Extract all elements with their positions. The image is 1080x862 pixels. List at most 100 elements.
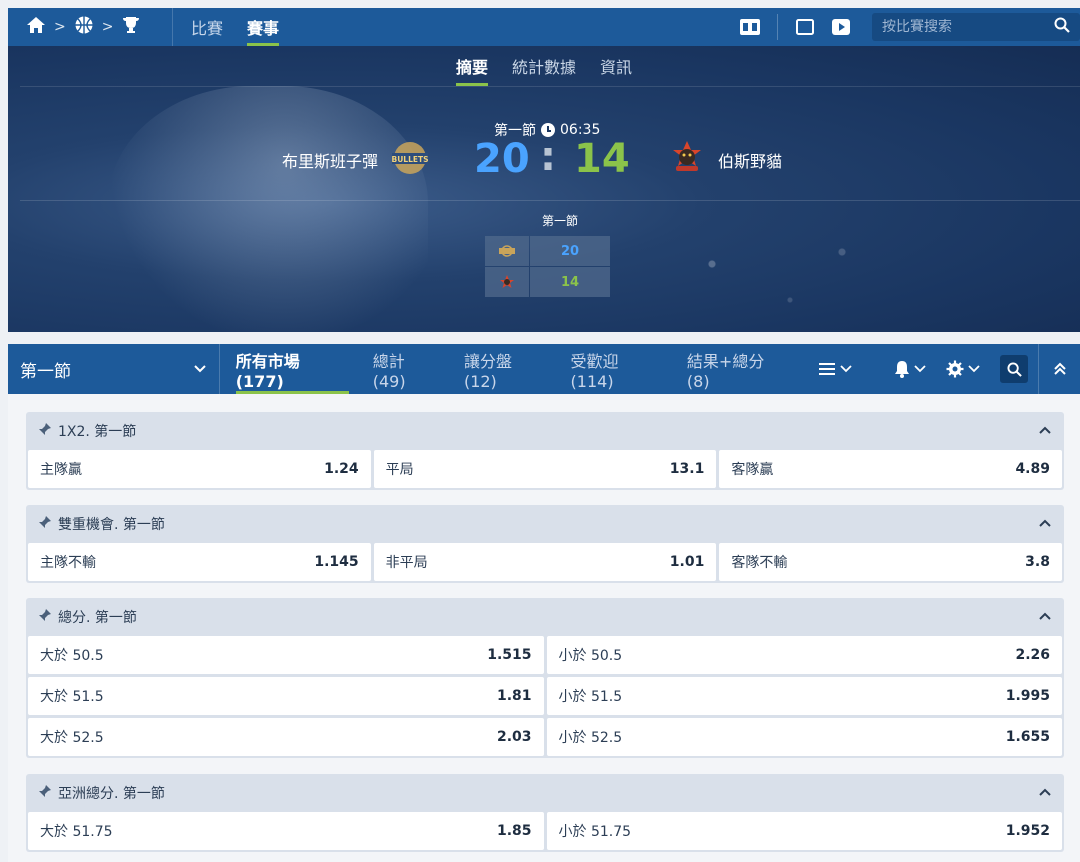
market-header[interactable]: 總分. 第一節 bbox=[26, 598, 1064, 636]
top-nav: > > 比賽 賽事 bbox=[8, 8, 1080, 46]
pin-icon[interactable] bbox=[38, 608, 52, 626]
odds-label: 大於 51.75 bbox=[40, 824, 113, 840]
settings-button[interactable] bbox=[946, 360, 980, 378]
odds-label: 客隊贏 bbox=[731, 462, 774, 478]
tab-info[interactable]: 資訊 bbox=[600, 46, 632, 86]
basketball-icon[interactable] bbox=[74, 15, 94, 39]
odds-value: 2.03 bbox=[496, 729, 532, 745]
odds-grid: 大於 51.75 1.85 小於 51.75 1.952 bbox=[26, 812, 1064, 852]
odds-button[interactable]: 客隊贏 4.89 bbox=[719, 450, 1062, 488]
market-header[interactable]: 1X2. 第一節 bbox=[26, 412, 1064, 450]
market-title: 1X2. 第一節 bbox=[58, 424, 137, 440]
away-team-name[interactable]: 伯斯野貓 bbox=[718, 148, 782, 172]
odds-button[interactable]: 小於 50.5 2.26 bbox=[546, 636, 1062, 674]
tab-totals[interactable]: 總計 (49) bbox=[373, 344, 440, 394]
pin-icon[interactable] bbox=[38, 784, 52, 802]
market-search-button[interactable] bbox=[1000, 355, 1028, 383]
market-header[interactable]: 雙重機會. 第一節 bbox=[26, 505, 1064, 543]
period-score-table: 20 14 bbox=[485, 236, 610, 298]
screen-icon[interactable] bbox=[794, 16, 816, 38]
background-lights bbox=[660, 216, 920, 332]
period-dropdown[interactable]: 第一節 bbox=[8, 344, 220, 394]
odds-label: 小於 51.75 bbox=[558, 824, 632, 840]
tab-statistics[interactable]: 統計數據 bbox=[512, 46, 576, 86]
market-1x2: 1X2. 第一節 主隊贏 1.24 平局 13.1 客隊贏 4.89 bbox=[26, 412, 1064, 490]
away-team-logo bbox=[668, 138, 706, 176]
odds-button[interactable]: 主隊不輸 1.145 bbox=[28, 543, 371, 581]
home-team-name[interactable]: 布里斯班子彈 bbox=[282, 148, 378, 172]
tab-handicap[interactable]: 讓分盤 (12) bbox=[464, 344, 547, 394]
chevron-up-icon[interactable] bbox=[1038, 423, 1052, 439]
period-score-title: 第一節 bbox=[542, 214, 579, 228]
odds-button[interactable]: 小於 51.5 1.995 bbox=[546, 677, 1062, 715]
home-score: 20 bbox=[474, 136, 530, 182]
home-period-score: 20 bbox=[530, 236, 610, 266]
play-video-icon[interactable] bbox=[830, 16, 852, 38]
odds-button[interactable]: 大於 51.5 1.81 bbox=[28, 677, 544, 715]
odds-label: 小於 50.5 bbox=[558, 648, 623, 664]
tab-result-total[interactable]: 結果+總分 (8) bbox=[687, 344, 788, 394]
pin-icon[interactable] bbox=[38, 515, 52, 533]
odds-value: 1.01 bbox=[669, 554, 705, 570]
divider bbox=[777, 14, 778, 40]
notifications-button[interactable] bbox=[894, 360, 926, 378]
list-view-button[interactable] bbox=[818, 362, 852, 376]
odds-button[interactable]: 主隊贏 1.24 bbox=[28, 450, 371, 488]
tab-summary[interactable]: 摘要 bbox=[455, 46, 488, 86]
odds-button[interactable]: 小於 52.5 1.655 bbox=[546, 718, 1062, 756]
match-hero: 摘要 統計數據 資訊 第一節 06:35 布里斯班子彈 BULLETS 20 :… bbox=[8, 46, 1080, 332]
search-input[interactable] bbox=[882, 19, 1054, 35]
chevron-down-icon bbox=[968, 365, 980, 373]
odds-label: 平局 bbox=[385, 462, 414, 478]
odds-label: 大於 52.5 bbox=[40, 730, 104, 746]
period-dropdown-label: 第一節 bbox=[20, 361, 71, 382]
odds-grid: 大於 50.5 1.515 小於 50.5 2.26 大於 51.5 1.81 小於 … bbox=[26, 636, 1064, 758]
home-icon[interactable] bbox=[26, 16, 46, 38]
away-score: 14 bbox=[574, 136, 630, 182]
odds-value: 1.85 bbox=[496, 823, 532, 839]
odds-value: 1.24 bbox=[324, 461, 359, 477]
odds-value: 13.1 bbox=[669, 461, 705, 477]
double-chevron-up-icon bbox=[1053, 362, 1066, 375]
odds-label: 主隊贏 bbox=[40, 462, 82, 478]
divider bbox=[20, 200, 1080, 201]
market-title: 雙重機會. 第一節 bbox=[58, 517, 165, 533]
market-total: 總分. 第一節 大於 50.5 1.515 小於 50.5 2.26 大於 51.5… bbox=[26, 598, 1064, 758]
search-icon bbox=[1006, 361, 1022, 377]
odds-value: 2.26 bbox=[1015, 647, 1050, 663]
odds-button[interactable]: 小於 51.75 1.952 bbox=[546, 812, 1062, 850]
odds-button[interactable]: 大於 51.75 1.85 bbox=[28, 812, 544, 850]
period-score-row-home: 20 bbox=[485, 236, 610, 266]
odds-value: 1.145 bbox=[314, 554, 359, 570]
odds-button[interactable]: 非平局 1.01 bbox=[373, 543, 717, 581]
bell-icon bbox=[895, 361, 909, 378]
chevron-up-icon[interactable] bbox=[1038, 516, 1052, 532]
odds-button[interactable]: 大於 50.5 1.515 bbox=[28, 636, 544, 674]
odds-button[interactable]: 客隊不輸 3.8 bbox=[719, 543, 1062, 581]
odds-value: 1.655 bbox=[1005, 729, 1050, 745]
away-team-mini-logo bbox=[485, 267, 529, 297]
home-team-mini-logo bbox=[485, 236, 529, 266]
nav-right bbox=[739, 8, 1080, 46]
odds-button[interactable]: 大於 52.5 2.03 bbox=[28, 718, 544, 756]
odds-label: 客隊不輸 bbox=[731, 555, 788, 571]
collapse-all-button[interactable] bbox=[1038, 344, 1080, 394]
market-title: 亞洲總分. 第一節 bbox=[58, 786, 165, 802]
odds-button[interactable]: 平局 13.1 bbox=[373, 450, 717, 488]
trophy-icon[interactable] bbox=[121, 15, 141, 39]
tab-events[interactable]: 賽事 bbox=[247, 8, 280, 46]
pin-icon[interactable] bbox=[38, 422, 52, 440]
search-icon[interactable] bbox=[1054, 17, 1070, 37]
scoreboard-icon[interactable] bbox=[739, 16, 761, 38]
odds-grid: 主隊不輸 1.145 非平局 1.01 客隊不輸 3.8 bbox=[26, 543, 1064, 583]
chevron-right-icon: > bbox=[101, 19, 114, 35]
chevron-right-icon: > bbox=[54, 19, 66, 35]
chevron-up-icon[interactable] bbox=[1038, 785, 1052, 801]
tab-all-markets[interactable]: 所有市場 (177) bbox=[235, 344, 349, 394]
market-header[interactable]: 亞洲總分. 第一節 bbox=[26, 774, 1064, 812]
tab-popular[interactable]: 受歡迎 (114) bbox=[571, 344, 663, 394]
odds-value: 1.952 bbox=[1005, 823, 1050, 839]
chevron-up-icon[interactable] bbox=[1038, 609, 1052, 625]
nav-tabs: 比賽 賽事 bbox=[173, 8, 280, 46]
tab-matches[interactable]: 比賽 bbox=[191, 8, 223, 46]
